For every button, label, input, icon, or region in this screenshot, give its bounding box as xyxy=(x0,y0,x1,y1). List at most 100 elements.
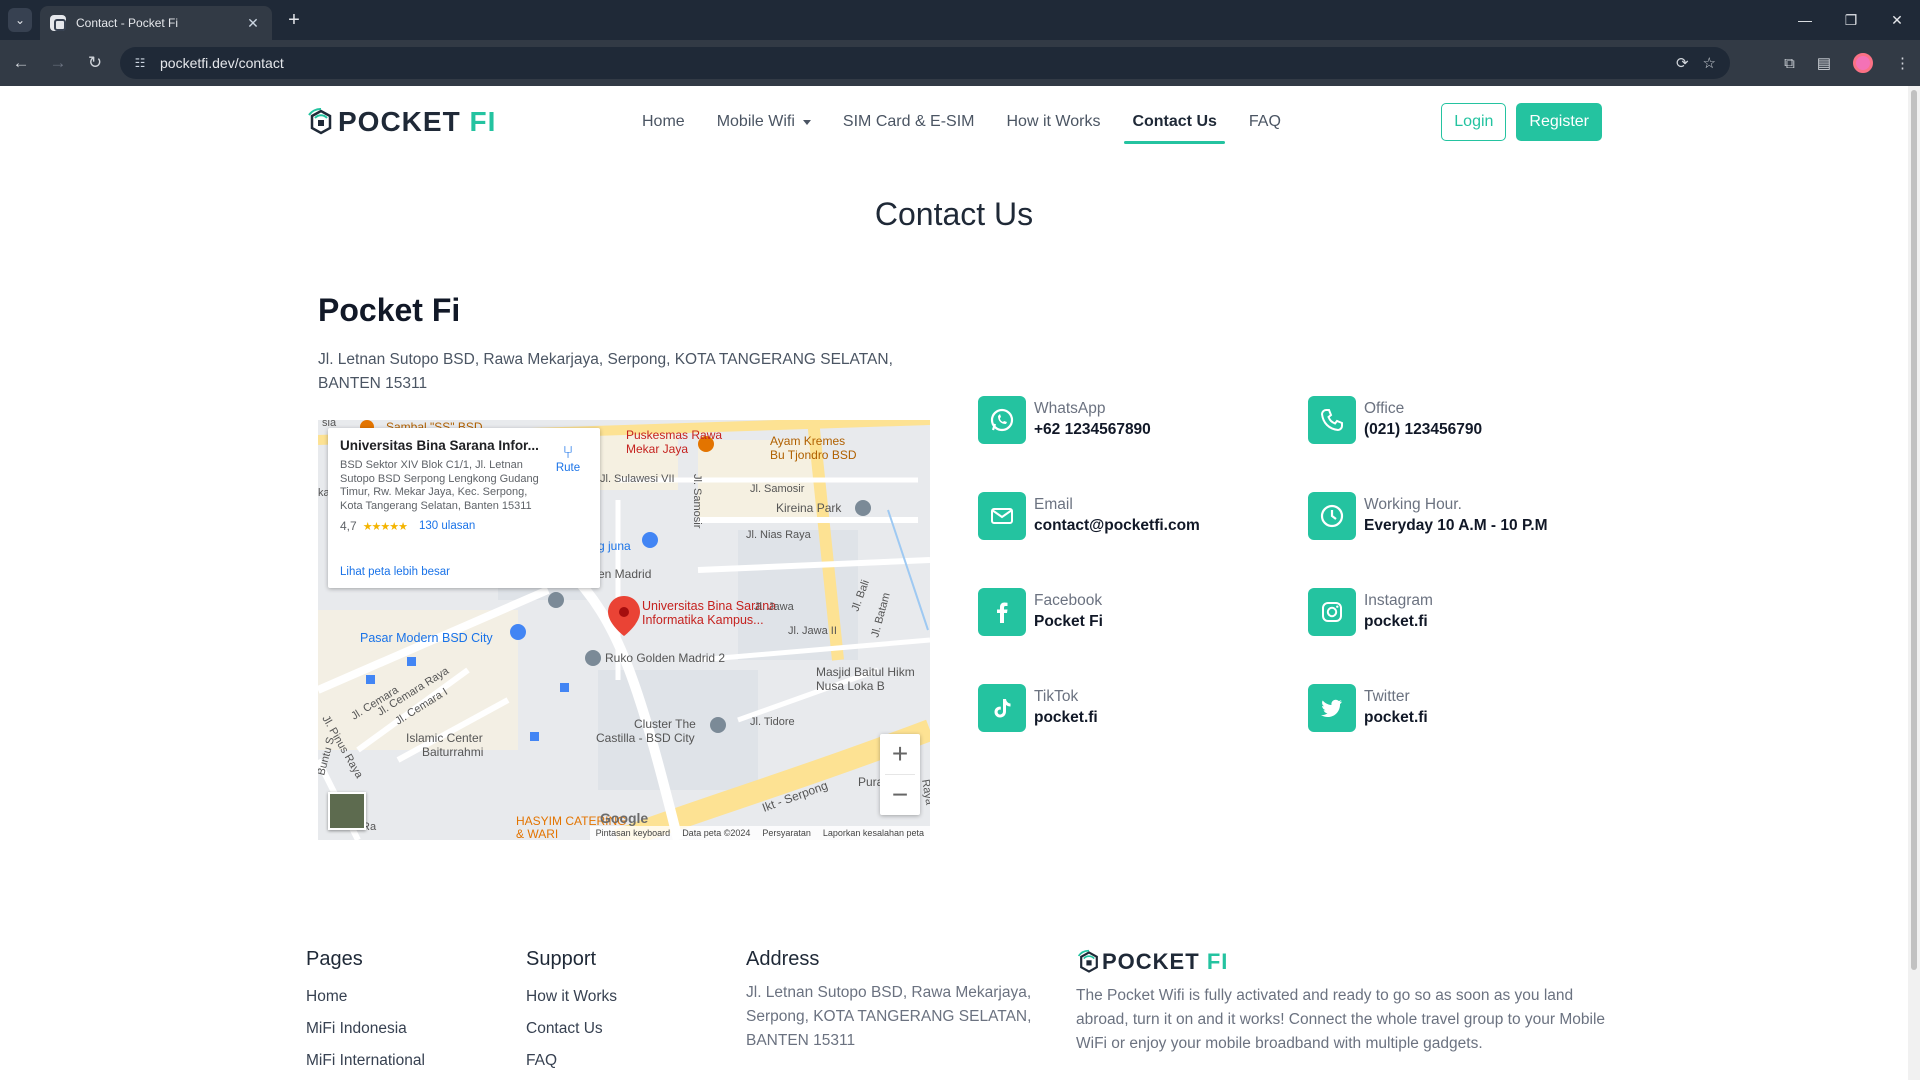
satellite-toggle[interactable] xyxy=(328,792,366,830)
nav-home[interactable]: Home xyxy=(626,94,701,150)
url-text[interactable]: pocketfi.dev/contact xyxy=(160,55,284,71)
nav-mobile-wifi[interactable]: Mobile Wifi xyxy=(701,94,827,150)
browser-menu-icon[interactable]: ⋮ xyxy=(1895,54,1910,72)
footer-link-how-it-works[interactable]: How it Works xyxy=(526,981,617,1013)
site-logo[interactable]: POCKET FI xyxy=(306,104,496,140)
map-label-masjid-2: Nusa Loka B xyxy=(816,679,885,693)
login-button[interactable]: Login xyxy=(1441,103,1507,141)
page-scrollbar[interactable] xyxy=(1908,86,1920,1080)
main-menu: Home Mobile Wifi SIM Card & E-SIM How it… xyxy=(626,94,1297,150)
footer-link-mifi-indonesia[interactable]: MiFi Indonesia xyxy=(306,1013,425,1045)
browser-tab[interactable]: Contact - Pocket Fi ✕ xyxy=(40,6,272,40)
forward-icon[interactable]: → xyxy=(42,47,74,79)
contact-tiktok[interactable]: TikTok pocket.fi xyxy=(978,684,1098,732)
logo-accent: FI xyxy=(469,106,497,137)
footer-logo[interactable]: POCKET FI xyxy=(1076,948,1606,976)
restore-icon[interactable]: ❐ xyxy=(1828,0,1874,40)
footer-logo-text: POCKET xyxy=(1102,949,1200,974)
twitter-icon xyxy=(1308,684,1356,732)
pocketfi-logo-icon xyxy=(1077,949,1098,973)
zoom-in-button[interactable]: + xyxy=(880,734,920,774)
reading-list-icon[interactable]: ▤ xyxy=(1817,54,1831,72)
close-tab-icon[interactable]: ✕ xyxy=(244,15,262,32)
company-address: Jl. Letnan Sutopo BSD, Rawa Mekarjaya, S… xyxy=(318,351,893,392)
minimize-icon[interactable]: — xyxy=(1782,0,1828,40)
reviews-link[interactable]: 130 ulasan xyxy=(419,520,475,532)
pocketfi-logo-icon xyxy=(308,108,332,135)
footer-link-contact-us[interactable]: Contact Us xyxy=(526,1013,617,1045)
whatsapp-icon xyxy=(978,396,1026,444)
contact-facebook[interactable]: Facebook Pocket Fi xyxy=(978,588,1103,636)
contact-twitter[interactable]: Twitter pocket.fi xyxy=(1308,684,1428,732)
back-icon[interactable]: ← xyxy=(5,47,37,79)
footer-support-heading: Support xyxy=(526,948,597,970)
contact-office[interactable]: Office (021) 123456790 xyxy=(1308,396,1482,444)
auth-buttons: Login Register xyxy=(1441,103,1602,141)
footer-support: Support How it Works Contact Us FAQ xyxy=(526,948,617,1077)
map-label-cluster-2: Castilla - BSD City xyxy=(596,731,695,745)
nav-sim-card[interactable]: SIM Card & E-SIM xyxy=(827,94,991,150)
footer-link-home[interactable]: Home xyxy=(306,981,425,1013)
rating-stars-icon: ★★★★★ xyxy=(362,520,408,533)
footer-link-faq[interactable]: FAQ xyxy=(526,1045,617,1077)
site-info-icon[interactable]: ☷ xyxy=(132,55,148,71)
map-pin-label-2: Informatika Kampus... xyxy=(642,613,764,627)
map-label-jawa2: Jl. Jawa II xyxy=(788,625,837,637)
embedded-map[interactable]: Universitas Bina Sarana Informatika Kamp… xyxy=(318,420,930,840)
map-label-hasyim-2: & WARI xyxy=(516,827,558,840)
instagram-icon xyxy=(1308,588,1356,636)
close-window-icon[interactable]: ✕ xyxy=(1874,0,1920,40)
map-label-islamic-2: Baiturrahmi xyxy=(422,745,483,759)
window-controls: — ❐ ✕ xyxy=(1782,0,1920,40)
map-label-sulawesi: Jl. Sulawesi VII xyxy=(600,473,675,485)
map-label-tidore: Jl. Tidore xyxy=(750,716,795,728)
map-label-juna: g juna xyxy=(598,539,631,553)
zoom-out-button[interactable]: − xyxy=(880,775,920,815)
contact-value: pocket.fi xyxy=(1364,613,1428,630)
contact-value: +62 1234567890 xyxy=(1034,421,1151,438)
scrollbar-thumb[interactable] xyxy=(1911,90,1917,970)
footer-address-text: Jl. Letnan Sutopo BSD, Rawa Mekarjaya, S… xyxy=(746,984,1032,1049)
facebook-icon xyxy=(978,588,1026,636)
reload-icon[interactable]: ↻ xyxy=(79,47,111,79)
tab-search-chevron-icon[interactable]: ⌄ xyxy=(8,8,32,32)
caret-down-icon xyxy=(802,119,811,125)
nav-faq[interactable]: FAQ xyxy=(1233,94,1297,150)
larger-map-link[interactable]: Lihat peta lebih besar xyxy=(340,566,450,578)
footer-pages: Pages Home MiFi Indonesia MiFi Internati… xyxy=(306,948,425,1077)
nav-mobile-wifi-label: Mobile Wifi xyxy=(716,113,795,130)
site-navbar: POCKET FI Home Mobile Wifi SIM Card & E-… xyxy=(306,94,1602,150)
contact-instagram[interactable]: Instagram pocket.fi xyxy=(1308,588,1433,636)
page-content: POCKET FI Home Mobile Wifi SIM Card & E-… xyxy=(0,86,1920,1080)
map-label-samosir-v: Jl. Samosir xyxy=(691,474,703,529)
map-place-address: BSD Sektor XIV Blok C1/1, Jl. Letnan Sut… xyxy=(340,459,539,512)
map-label-ruko: Ruko Golden Madrid 2 xyxy=(605,651,725,665)
map-place-rating: 4,7 ★★★★★ 130 ulasan xyxy=(340,519,588,533)
profile-avatar[interactable] xyxy=(1853,53,1873,73)
map-footer-shortcuts[interactable]: Pintasan keyboard xyxy=(596,828,671,838)
translate-icon[interactable]: ⟳ xyxy=(1676,54,1689,72)
route-button[interactable]: ⑂ Rute xyxy=(552,442,584,474)
footer-link-mifi-international[interactable]: MiFi International xyxy=(306,1045,425,1077)
map-place-card: Universitas Bina Sarana Infor... BSD Sek… xyxy=(328,428,600,588)
browser-tabstrip: ⌄ Contact - Pocket Fi ✕ + — ❐ ✕ xyxy=(0,0,1920,40)
nav-contact-us[interactable]: Contact Us xyxy=(1116,94,1232,150)
contact-email[interactable]: Email contact@pocketfi.com xyxy=(978,492,1200,540)
google-logo: Google xyxy=(600,810,649,826)
contact-label: Facebook xyxy=(1034,592,1103,609)
map-footer-report[interactable]: Laporkan kesalahan peta xyxy=(823,828,924,838)
map-label-puskesmas: Puskesmas Rawa xyxy=(626,428,722,442)
extensions-icon[interactable]: ⧉ xyxy=(1784,55,1795,72)
contact-label: Twitter xyxy=(1364,688,1410,705)
new-tab-button[interactable]: + xyxy=(282,9,306,33)
bookmark-star-icon[interactable]: ☆ xyxy=(1703,54,1716,72)
contact-whatsapp[interactable]: WhatsApp +62 1234567890 xyxy=(978,396,1151,444)
directions-icon: ⑂ xyxy=(562,442,574,462)
nav-how-it-works[interactable]: How it Works xyxy=(991,94,1117,150)
map-footer-terms[interactable]: Persyaratan xyxy=(762,828,811,838)
register-button[interactable]: Register xyxy=(1516,103,1602,141)
map-label-kireina: Kireina Park xyxy=(776,501,842,515)
map-label-pasar: Pasar Modern BSD City xyxy=(360,631,493,645)
logo-text: POCKET xyxy=(338,106,461,137)
address-bar[interactable]: ☷ pocketfi.dev/contact ⟳ ☆ xyxy=(120,47,1730,79)
